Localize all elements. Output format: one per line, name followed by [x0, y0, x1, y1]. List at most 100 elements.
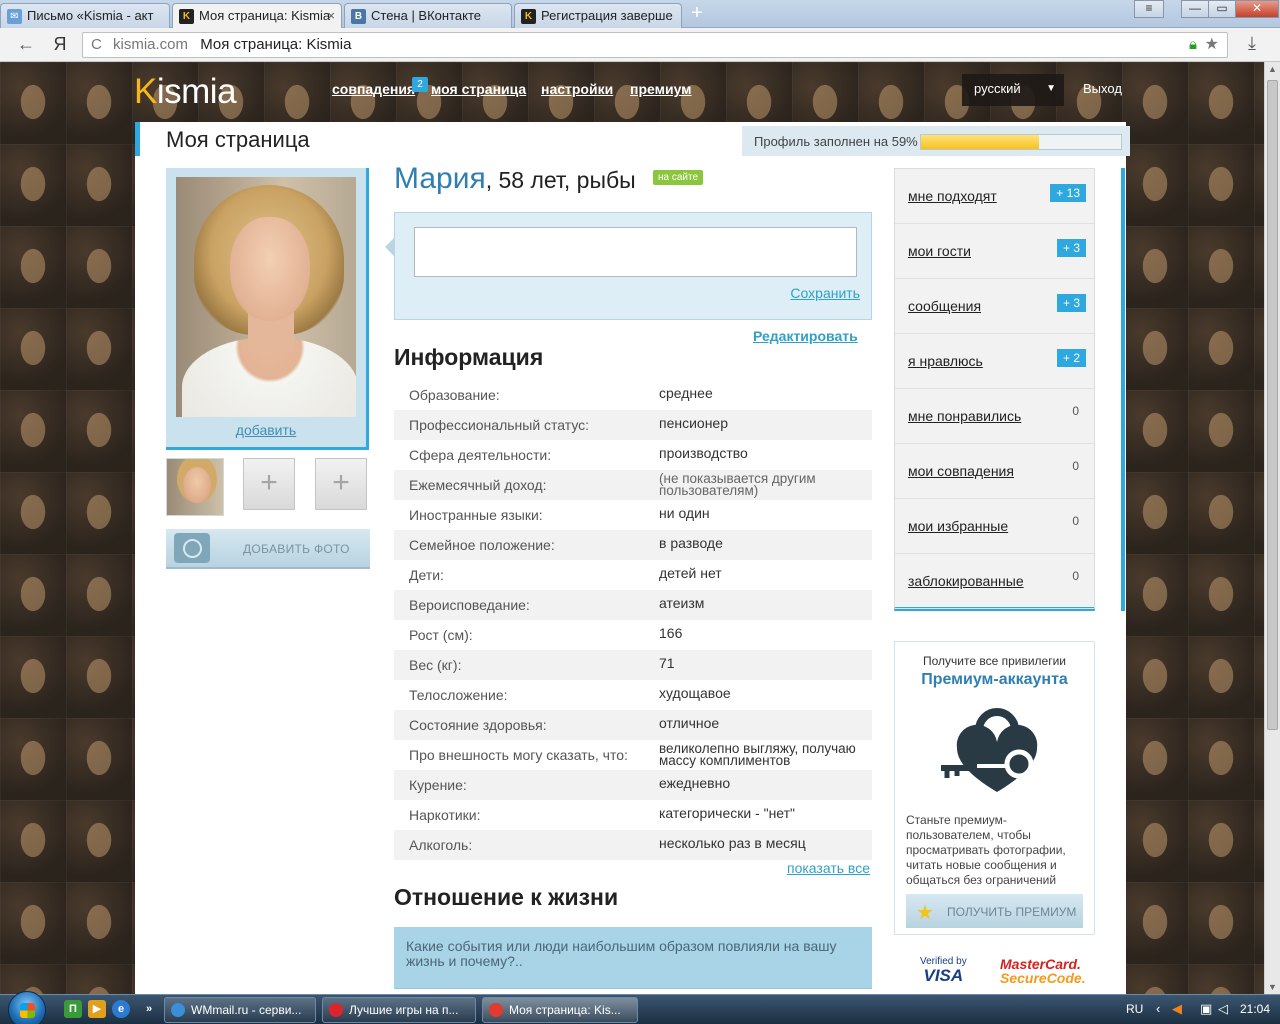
info-value: ни один	[659, 505, 710, 521]
info-label: Профессиональный статус:	[409, 417, 590, 433]
browser-tab-registration[interactable]: K Регистрация заверше	[514, 3, 682, 28]
nav-settings[interactable]: настройки	[541, 81, 613, 97]
info-label: Вес (кг):	[409, 657, 462, 673]
info-row: Дети: детей нет	[394, 560, 872, 590]
info-label: Алкоголь:	[409, 837, 473, 853]
new-tab-button[interactable]: +	[686, 3, 708, 24]
chevron-down-icon: ▼	[1046, 83, 1056, 94]
sidebar-item[interactable]: мои гости + 3	[895, 224, 1094, 279]
sidebar-item-count: 0	[1072, 404, 1079, 418]
browser-menu-icon[interactable]: ≡	[1134, 0, 1164, 18]
nav-my-page[interactable]: моя страница	[431, 81, 526, 97]
info-value: 166	[659, 625, 683, 641]
sidebar-item[interactable]: мои избранные 0	[895, 499, 1094, 554]
network-icon[interactable]: ▣	[1200, 1001, 1212, 1017]
profile-progress-bar	[920, 134, 1122, 150]
info-row: Про внешность могу сказать, что: великоле…	[394, 740, 872, 770]
ie-icon[interactable]: e	[112, 1000, 130, 1018]
show-all-link[interactable]: показать все	[787, 860, 870, 876]
maximize-icon[interactable]: ▭	[1208, 0, 1236, 18]
info-label: Ежемесячный доход:	[409, 477, 547, 493]
status-input[interactable]	[414, 227, 857, 277]
browser-tab-kismia-my-page[interactable]: K Моя страница: Kismia ×	[172, 3, 342, 29]
edit-link[interactable]: Редактировать	[753, 328, 858, 344]
profile-card: Моя страница Профиль заполнен на 59% доб…	[135, 122, 1130, 994]
save-link[interactable]: Сохранить	[790, 285, 860, 301]
sidebar-item-label[interactable]: мои совпадения	[908, 463, 1014, 479]
kismia-icon: K	[521, 9, 536, 24]
taskbar-button-opera[interactable]: Лучшие игры на п...	[322, 997, 476, 1023]
add-photo-slot[interactable]: +	[243, 458, 295, 510]
speaker-alert-icon[interactable]: ◀	[1172, 1001, 1182, 1017]
taskbar-button-yandex[interactable]: Моя страница: Kis...	[482, 997, 638, 1023]
add-photo-slot[interactable]: +	[315, 458, 367, 510]
start-button[interactable]	[8, 991, 46, 1024]
profile-photo[interactable]	[176, 177, 356, 417]
nav-matches[interactable]: совпадения	[332, 81, 415, 97]
quick-launch-overflow[interactable]: »	[140, 1000, 158, 1018]
quick-launch-icon[interactable]: П	[64, 1000, 82, 1018]
url-page-title: Моя страница: Kismia	[200, 36, 352, 53]
yandex-icon	[489, 1003, 503, 1017]
add-photo-button[interactable]: ДОБАВИТЬ ФОТО	[166, 529, 370, 569]
volume-icon[interactable]: ◁	[1218, 1001, 1228, 1017]
kismia-logo[interactable]: Kismia	[134, 72, 237, 112]
sidebar-item[interactable]: я нравлюсь + 2	[895, 334, 1094, 389]
close-tab-icon[interactable]: ×	[327, 8, 335, 23]
info-row: Профессиональный статус: пенсионер	[394, 410, 872, 440]
info-label: Иностранные языки:	[409, 507, 543, 523]
add-photo-link[interactable]: добавить	[166, 422, 366, 438]
yandex-icon[interactable]: Я	[48, 33, 72, 57]
scroll-down-icon[interactable]: ▼	[1268, 982, 1277, 992]
sidebar-item[interactable]: мне понравились 0	[895, 389, 1094, 444]
sidebar-item-label[interactable]: сообщения	[908, 298, 981, 314]
language-select[interactable]: русский ▼	[962, 74, 1064, 106]
info-value: ежедневно	[659, 775, 731, 791]
scroll-up-icon[interactable]: ▲	[1268, 64, 1277, 74]
address-bar: ← Я C kismia.com Моя страница: Kismia 🔒︎…	[0, 28, 1280, 62]
logout-link[interactable]: Выход	[1083, 81, 1122, 96]
get-premium-button[interactable]: ★ ПОЛУЧИТЬ ПРЕМИУМ	[906, 894, 1083, 928]
reload-icon[interactable]: C	[91, 33, 102, 57]
download-icon[interactable]: ⤓	[1240, 33, 1264, 57]
life-question[interactable]: Какие события или люди наибольшим образо…	[394, 927, 872, 994]
close-window-icon[interactable]: ✕	[1235, 0, 1279, 18]
info-label: Семейное положение:	[409, 537, 555, 553]
sidebar-item-label[interactable]: мои избранные	[908, 518, 1008, 534]
info-row: Курение: ежедневно	[394, 770, 872, 800]
tray-arrow-icon[interactable]: ‹	[1156, 1001, 1160, 1016]
sidebar-item-label[interactable]: я нравлюсь	[908, 353, 983, 369]
back-arrow-icon[interactable]: ←	[14, 33, 38, 57]
info-value: худощавое	[659, 685, 731, 701]
media-player-icon[interactable]: ▶	[88, 1000, 106, 1018]
browser-tab-vk[interactable]: B Стена | ВКонтакте	[344, 3, 512, 28]
profile-name: Мария	[394, 162, 486, 195]
windows-taskbar: П ▶ e » WMmail.ru - серви... Лучшие игры…	[0, 991, 1280, 1024]
minimize-icon[interactable]: —	[1181, 0, 1209, 18]
sidebar-item-label[interactable]: заблокированные	[908, 573, 1024, 589]
lock-icon[interactable]: 🔒︎	[1189, 33, 1197, 57]
info-value: несколько раз в месяц	[659, 835, 806, 851]
sidebar-item[interactable]: сообщения + 3	[895, 279, 1094, 334]
nav-premium[interactable]: премиум	[630, 81, 692, 97]
photo-thumbnail[interactable]	[166, 458, 224, 516]
mastercard-securecode-logo: MasterCard. SecureCode.	[1000, 956, 1086, 986]
sidebar-item-label[interactable]: мне подходят	[908, 188, 997, 204]
sidebar-item-label[interactable]: мне понравились	[908, 408, 1021, 424]
browser-tab-mail[interactable]: ✉ Письмо «Kismia - акт	[0, 3, 170, 28]
sidebar-item-label[interactable]: мои гости	[908, 243, 971, 259]
info-row: Иностранные языки: ни один	[394, 500, 872, 530]
sidebar-item-count: 0	[1072, 459, 1079, 473]
scrollbar-thumb[interactable]	[1267, 80, 1278, 730]
vertical-scrollbar[interactable]: ▲ ▼	[1264, 62, 1280, 994]
sidebar-item[interactable]: заблокированные 0	[895, 554, 1094, 609]
sidebar-item[interactable]: мне подходят + 13	[895, 169, 1094, 224]
profile-name-line: Мария, 58 лет, рыбы	[394, 162, 636, 196]
verified-by-visa-logo: Verified by VISA	[920, 956, 967, 985]
info-value: пенсионер	[659, 415, 729, 431]
input-language[interactable]: RU	[1126, 1002, 1143, 1016]
taskbar-button-wmmail[interactable]: WMmail.ru - серви...	[164, 997, 316, 1023]
bookmark-star-icon[interactable]: ★	[1205, 33, 1219, 57]
url-field[interactable]: C kismia.com Моя страница: Kismia 🔒︎ ★	[82, 32, 1228, 58]
sidebar-item[interactable]: мои совпадения 0	[895, 444, 1094, 499]
